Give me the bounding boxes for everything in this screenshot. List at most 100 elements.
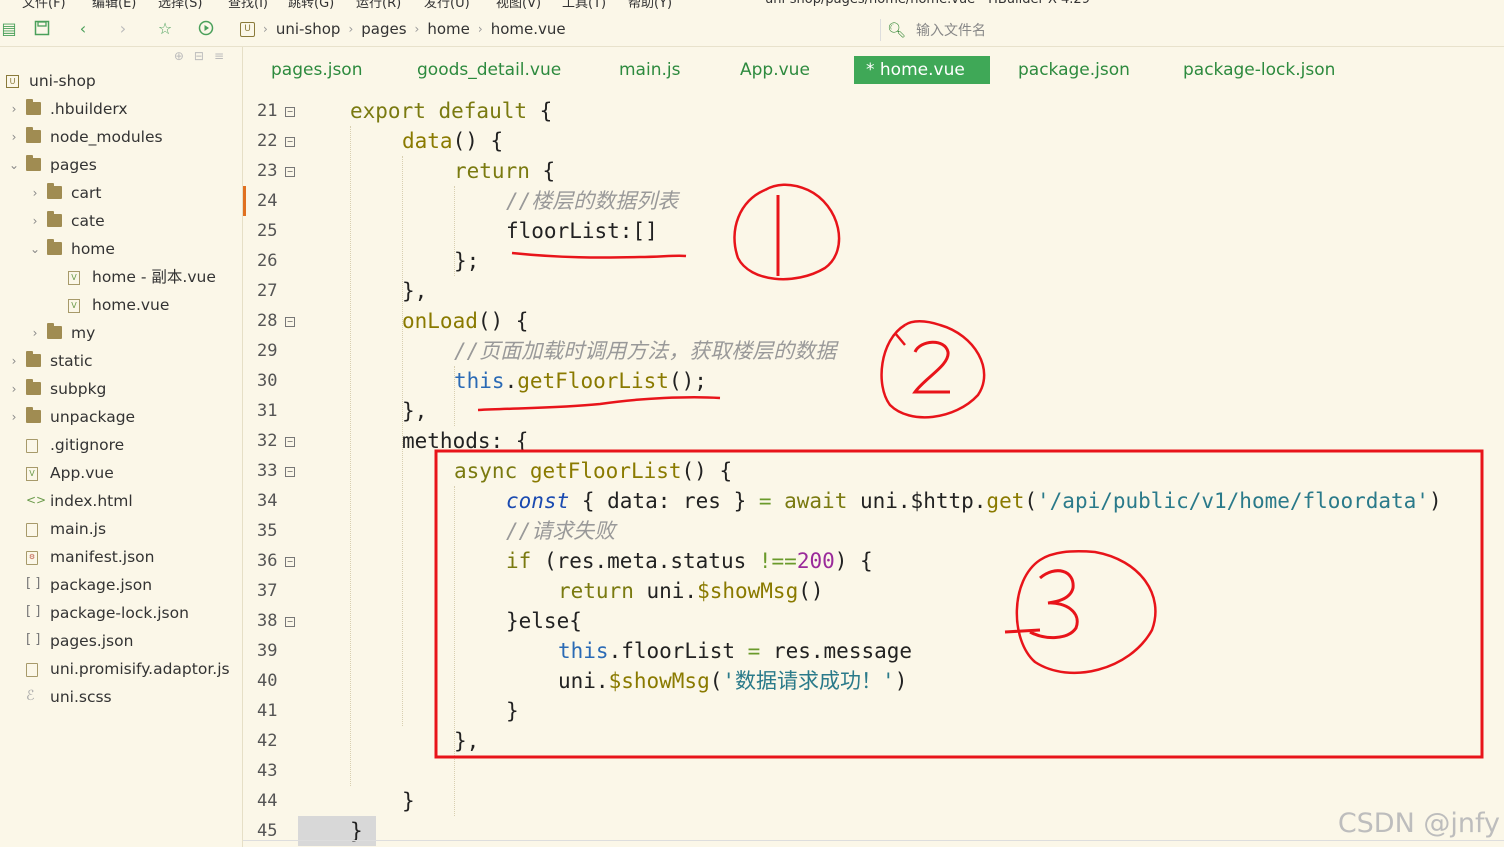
code-line[interactable]: } xyxy=(506,696,519,726)
fold-toggle-icon[interactable]: − xyxy=(285,467,295,477)
menu-item[interactable]: 视图(V) xyxy=(496,0,541,11)
forward-icon[interactable]: › xyxy=(114,20,132,38)
code-line[interactable]: return uni.$showMsg() xyxy=(558,576,824,606)
code-line[interactable]: }, xyxy=(454,726,479,756)
code-line[interactable]: return { xyxy=(454,156,555,186)
chevron-right-icon[interactable]: › xyxy=(8,375,20,403)
code-line[interactable]: uni.$showMsg('数据请求成功！') xyxy=(558,666,907,696)
tab[interactable]: package-lock.json xyxy=(1183,56,1335,84)
menu-item[interactable]: 运行(R) xyxy=(356,0,401,11)
chevron-down-icon[interactable]: ⌄ xyxy=(29,235,41,263)
tree-item[interactable]: › my xyxy=(0,319,240,347)
chevron-right-icon[interactable]: › xyxy=(8,123,20,151)
menu-item[interactable]: 发行(U) xyxy=(424,0,470,11)
chevron-right-icon[interactable]: › xyxy=(8,95,20,123)
tab[interactable]: pages.json xyxy=(271,56,362,84)
tree-item[interactable]: <> index.html xyxy=(0,487,240,515)
code-line[interactable]: this.getFloorList(); xyxy=(454,366,707,396)
tab[interactable]: * home.vue xyxy=(854,56,990,84)
tree-item[interactable]: main.js xyxy=(0,515,240,543)
menu-item[interactable]: 编辑(E) xyxy=(92,0,136,11)
code-token: '/api/public/v1/home/floordata' xyxy=(1037,489,1429,513)
code-line[interactable]: } xyxy=(402,786,415,816)
sidebar-tools[interactable]: ⊕⊟≡ xyxy=(174,49,234,63)
code-line[interactable]: //请求失败 xyxy=(506,516,615,546)
chevron-right-icon[interactable]: › xyxy=(29,319,41,347)
tree-item[interactable]: ℰuni.scss xyxy=(0,683,240,711)
menu-item[interactable]: 文件(F) xyxy=(22,0,66,11)
code-token: }, xyxy=(402,279,428,303)
tree-item[interactable]: uni.promisify.adaptor.js xyxy=(0,655,240,683)
code-line[interactable]: }; xyxy=(454,246,479,276)
horizontal-scrollbar[interactable] xyxy=(243,840,1504,841)
code-line[interactable]: //页面加载时调用方法，获取楼层的数据 xyxy=(454,336,836,366)
fold-toggle-icon[interactable]: − xyxy=(285,167,295,177)
chevron-right-icon[interactable]: › xyxy=(29,207,41,235)
breadcrumb-item[interactable]: home.vue xyxy=(491,20,566,38)
tree-item[interactable]: › unpackage xyxy=(0,403,240,431)
run-icon[interactable] xyxy=(197,20,215,38)
breadcrumb-item[interactable]: pages xyxy=(361,20,406,38)
code-line[interactable]: //楼层的数据列表 xyxy=(506,186,678,216)
chevron-right-icon[interactable]: › xyxy=(29,179,41,207)
breadcrumb-item[interactable]: uni-shop xyxy=(276,20,341,38)
fold-toggle-icon[interactable]: − xyxy=(285,557,295,567)
tree-item[interactable]: ⚙ manifest.json xyxy=(0,543,240,571)
code-line[interactable]: floorList:[] xyxy=(506,216,658,246)
tab[interactable]: main.js xyxy=(619,56,680,84)
tree-item[interactable]: ⌄ home xyxy=(0,235,240,263)
tree-item[interactable]: [ ] package.json xyxy=(0,571,240,599)
fold-toggle-icon[interactable]: − xyxy=(285,317,295,327)
tree-item[interactable]: › .hbuilderx xyxy=(0,95,240,123)
tree-item[interactable]: › cate xyxy=(0,207,240,235)
tab[interactable]: App.vue xyxy=(740,56,810,84)
code-line[interactable]: async getFloorList() { xyxy=(454,456,732,486)
tree-item[interactable]: › subpkg xyxy=(0,375,240,403)
fold-toggle-icon[interactable]: − xyxy=(285,137,295,147)
code-line[interactable]: if (res.meta.status !==200) { xyxy=(506,546,873,576)
code-line[interactable]: this.floorList = res.message xyxy=(558,636,912,666)
star-icon[interactable]: ☆ xyxy=(156,20,174,38)
folder-open-icon xyxy=(47,239,62,255)
tab[interactable]: package.json xyxy=(1018,56,1130,84)
tree-item[interactable]: › node_modules xyxy=(0,123,240,151)
code-line[interactable]: data() { xyxy=(402,126,503,156)
save-icon[interactable] xyxy=(33,20,51,38)
back-icon[interactable]: ‹ xyxy=(74,20,92,38)
tree-item[interactable]: Uuni-shop xyxy=(0,67,240,95)
fold-toggle-icon[interactable]: − xyxy=(285,437,295,447)
file-search-input[interactable]: 🔍︎ 输入文件名 xyxy=(880,19,1487,41)
chevron-down-icon[interactable]: ⌄ xyxy=(8,151,20,179)
tree-item[interactable]: V App.vue xyxy=(0,459,240,487)
menu-item[interactable]: 选择(S) xyxy=(158,0,202,11)
tab[interactable]: goods_detail.vue xyxy=(417,56,561,84)
code-line[interactable]: methods: { xyxy=(402,426,528,456)
tree-item[interactable]: .gitignore xyxy=(0,431,240,459)
code-line[interactable]: }else{ xyxy=(506,606,582,636)
tree-item[interactable]: Vhome.vue xyxy=(0,291,240,319)
code-line[interactable]: onLoad() { xyxy=(402,306,528,336)
tree-item[interactable]: › cart xyxy=(0,179,240,207)
chevron-right-icon[interactable]: › xyxy=(8,347,20,375)
menu-item[interactable]: 帮助(Y) xyxy=(628,0,672,11)
code-token: $showMsg xyxy=(697,579,799,603)
tree-item[interactable]: [ ] package-lock.json xyxy=(0,599,240,627)
code-line[interactable]: const { data: res } = await uni.$http.get… xyxy=(506,486,1442,516)
breadcrumb-item[interactable]: home xyxy=(427,20,470,38)
menu-item[interactable]: 查找(I) xyxy=(228,0,268,11)
menu-item[interactable]: 工具(T) xyxy=(562,0,606,11)
menu-item[interactable]: 跳转(G) xyxy=(288,0,334,11)
tree-item[interactable]: Vhome - 副本.vue xyxy=(0,263,240,291)
code-line[interactable]: } xyxy=(350,816,363,846)
code-line[interactable]: }, xyxy=(402,276,427,306)
fold-toggle-icon[interactable]: − xyxy=(285,107,295,117)
code-line[interactable]: }, xyxy=(402,396,427,426)
panel-toggle-icon[interactable]: ▤ xyxy=(0,20,18,38)
chevron-right-icon[interactable]: › xyxy=(8,403,20,431)
tree-item[interactable]: [ ] pages.json xyxy=(0,627,240,655)
tree-item[interactable]: › static xyxy=(0,347,240,375)
fold-toggle-icon[interactable]: − xyxy=(285,617,295,627)
code-line[interactable]: export default { xyxy=(350,96,552,126)
tree-item[interactable]: ⌄ pages xyxy=(0,151,240,179)
line-number: 26 xyxy=(257,251,278,271)
